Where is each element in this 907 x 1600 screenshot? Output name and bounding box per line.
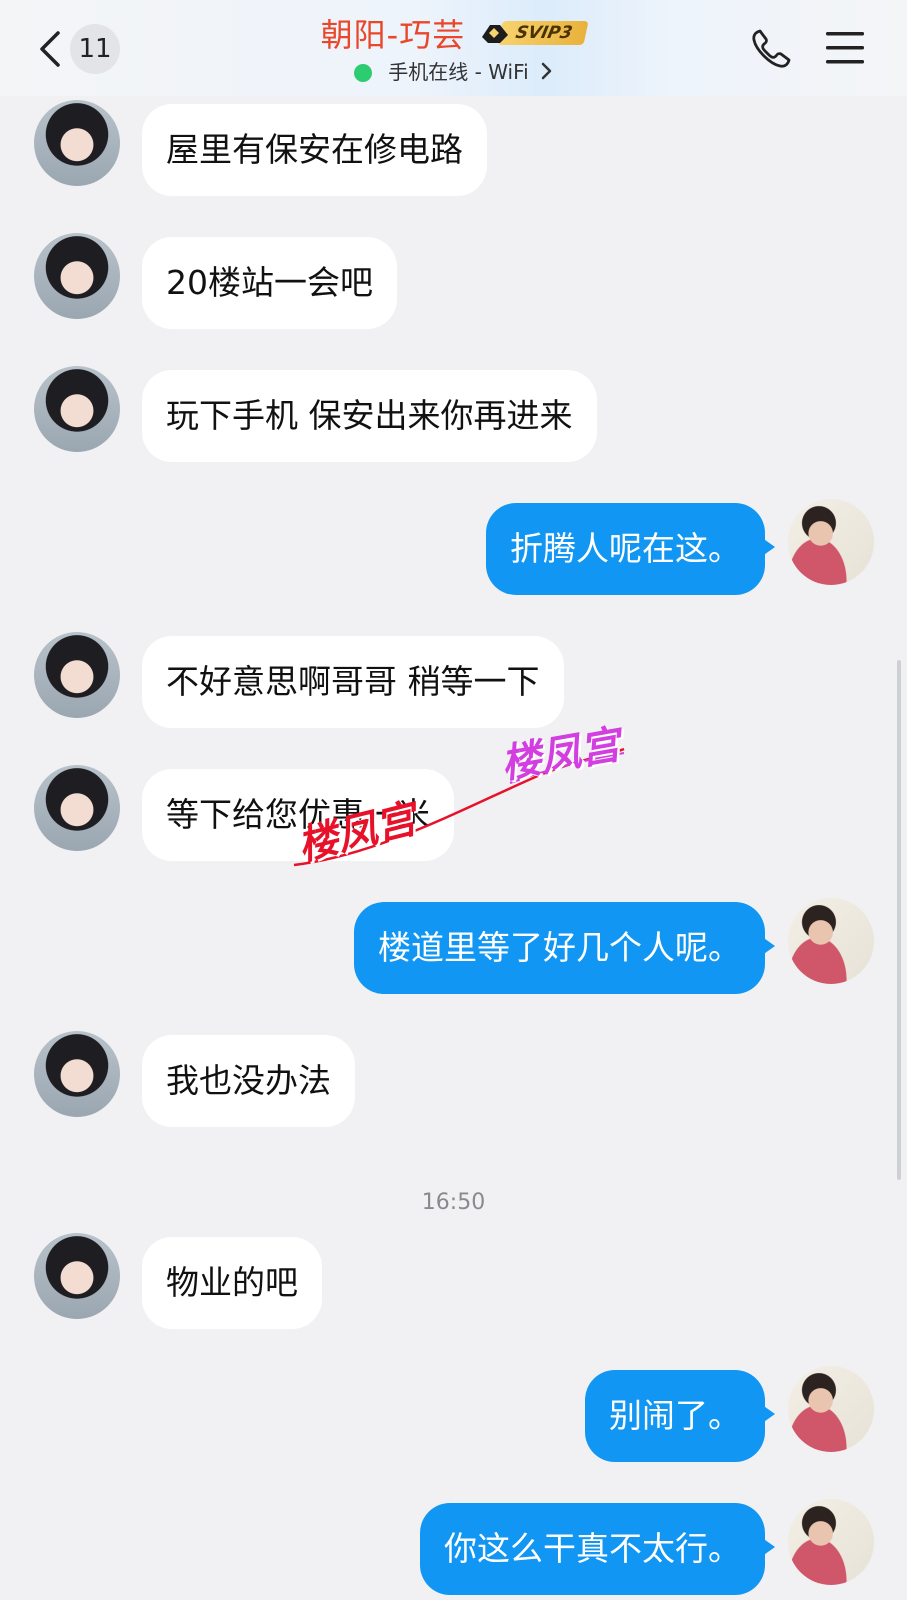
chevron-right-icon <box>541 62 552 80</box>
vip-badge[interactable]: SVIP3 <box>480 19 589 47</box>
contact-avatar[interactable] <box>34 233 120 319</box>
phone-icon[interactable] <box>750 28 792 70</box>
incoming-message-bubble[interactable]: 不好意思啊哥哥 稍等一下 <box>142 636 564 728</box>
user-avatar[interactable] <box>788 1366 874 1452</box>
contact-avatar[interactable] <box>34 100 120 186</box>
incoming-message-bubble[interactable]: 我也没办法 <box>142 1035 355 1127</box>
incoming-message-bubble[interactable]: 物业的吧 <box>142 1237 322 1329</box>
online-status-text: 手机在线 - WiFi <box>388 60 529 84</box>
watermark-stroke <box>293 747 625 867</box>
user-avatar[interactable] <box>788 1499 874 1585</box>
incoming-message-bubble[interactable]: 20楼站一会吧 <box>142 237 397 329</box>
hamburger-menu-icon[interactable] <box>824 28 866 68</box>
contact-avatar[interactable] <box>34 632 120 718</box>
incoming-message-bubble[interactable]: 屋里有保安在修电路 <box>142 104 487 196</box>
vip-label: SVIP3 <box>497 21 589 45</box>
outgoing-message-bubble[interactable]: 折腾人呢在这。 <box>486 503 775 595</box>
online-dot-icon <box>353 64 372 82</box>
outgoing-message-bubble[interactable]: 楼道里等了好几个人呢。 <box>354 902 775 994</box>
vip-crown-icon <box>482 25 509 43</box>
outgoing-message-bubble[interactable]: 别闹了。 <box>585 1370 775 1462</box>
contact-avatar[interactable] <box>34 1031 120 1117</box>
chat-title[interactable]: 朝阳-巧芸 <box>321 10 466 56</box>
chat-header: 11 朝阳-巧芸 SVIP3 手机在线 - WiFi <box>0 0 907 96</box>
user-avatar[interactable] <box>788 499 874 585</box>
message-list: 屋里有保安在修电路 20楼站一会吧 玩下手机 保安出来你再进来 折腾人呢在这。 … <box>0 0 907 1600</box>
contact-avatar[interactable] <box>34 1233 120 1319</box>
contact-avatar[interactable] <box>34 765 120 851</box>
message-timestamp: 16:50 <box>421 1190 486 1215</box>
user-avatar[interactable] <box>788 898 874 984</box>
incoming-message-bubble[interactable]: 玩下手机 保安出来你再进来 <box>142 370 597 462</box>
contact-avatar[interactable] <box>34 366 120 452</box>
scrollbar[interactable] <box>897 660 901 1180</box>
outgoing-message-bubble[interactable]: 你这么干真不太行。 <box>420 1503 775 1595</box>
